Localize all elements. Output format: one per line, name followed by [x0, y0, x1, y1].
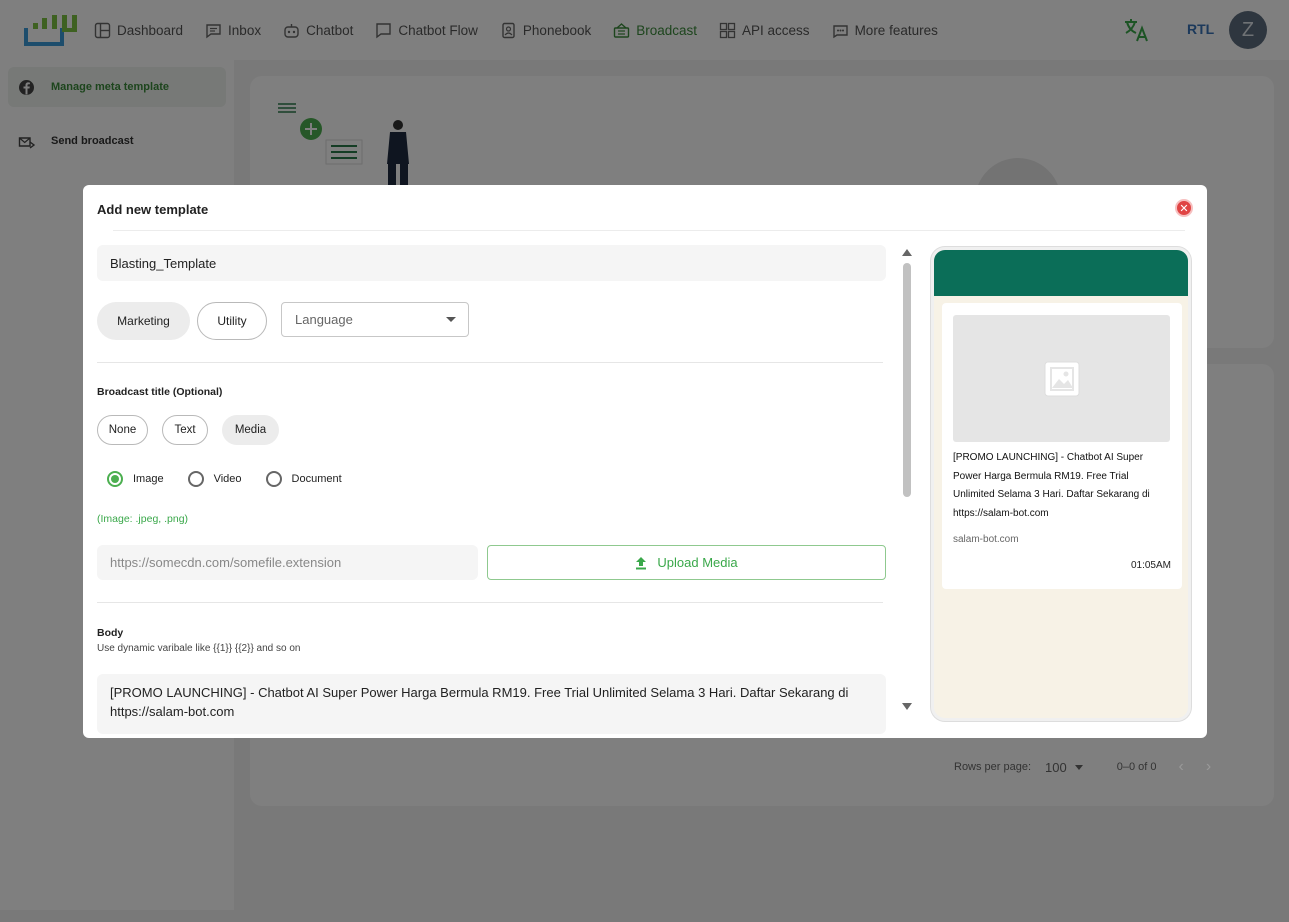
- scroll-up-arrow-icon[interactable]: [902, 249, 912, 256]
- message-preview-phone: [PROMO LAUNCHING] - Chatbot AI Super Pow…: [931, 247, 1191, 721]
- category-marketing-button[interactable]: Marketing: [97, 302, 190, 340]
- media-url-input[interactable]: https://somecdn.com/somefile.extension: [97, 545, 478, 580]
- message-footer: salam-bot.com: [953, 534, 1019, 545]
- radio-unchecked-icon: [265, 471, 282, 487]
- divider: [113, 230, 1185, 231]
- broadcast-title-label: Broadcast title (Optional): [97, 386, 223, 398]
- media-type-radio-group: Image Video Document: [107, 471, 366, 487]
- divider: [97, 362, 883, 363]
- language-select[interactable]: Language: [281, 302, 469, 337]
- media-type-label: Image: [133, 473, 164, 485]
- next-page-button[interactable]: ›: [1206, 758, 1211, 776]
- media-type-label: Document: [291, 473, 342, 485]
- rows-per-page-select[interactable]: 100: [1045, 760, 1083, 775]
- rows-per-page-value: 100: [1045, 759, 1067, 775]
- image-placeholder-icon: [1044, 361, 1079, 396]
- body-textarea[interactable]: [PROMO LAUNCHING] - Chatbot AI Super Pow…: [97, 674, 886, 734]
- body-label: Body: [97, 627, 124, 639]
- divider: [97, 602, 883, 603]
- close-icon: ✕: [1179, 202, 1189, 215]
- previous-page-button[interactable]: ‹: [1179, 758, 1184, 776]
- body-hint: Use dynamic varibale like {{1}} {{2}} an…: [97, 643, 301, 654]
- template-name-input[interactable]: Blasting_Template: [97, 245, 886, 281]
- message-bubble: [PROMO LAUNCHING] - Chatbot AI Super Pow…: [942, 303, 1182, 589]
- template-form: Blasting_Template Marketing Utility Lang…: [97, 245, 887, 734]
- radio-checked-icon: [107, 471, 123, 487]
- message-time: 01:05AM: [1130, 560, 1171, 571]
- media-type-video-radio[interactable]: Video: [187, 471, 242, 487]
- scroll-thumb[interactable]: [903, 263, 911, 497]
- table-pagination: Rows per page: 100 0–0 of 0 ‹ ›: [954, 758, 1211, 776]
- title-type-media-button[interactable]: Media: [222, 415, 279, 445]
- language-placeholder: Language: [295, 312, 353, 327]
- media-type-label: Video: [213, 473, 242, 485]
- scroll-down-arrow-icon[interactable]: [902, 703, 912, 710]
- form-scrollbar[interactable]: [899, 247, 915, 717]
- upload-icon: [636, 556, 647, 569]
- chevron-down-icon: [446, 317, 456, 322]
- chevron-down-icon: [1074, 764, 1083, 770]
- chat-header: [934, 250, 1188, 296]
- add-template-modal: Add new template ✕ Blasting_Template Mar…: [83, 185, 1207, 738]
- title-type-none-button[interactable]: None: [97, 415, 148, 445]
- media-type-document-radio[interactable]: Document: [265, 471, 342, 487]
- category-utility-button[interactable]: Utility: [197, 302, 267, 340]
- message-preview-text: [PROMO LAUNCHING] - Chatbot AI Super Pow…: [953, 452, 1150, 519]
- rows-per-page-label: Rows per page:: [954, 761, 1032, 773]
- upload-media-button[interactable]: Upload Media: [487, 545, 886, 580]
- radio-unchecked-icon: [187, 471, 204, 487]
- pagination-range: 0–0 of 0: [1116, 761, 1157, 773]
- media-type-image-radio[interactable]: Image: [107, 471, 164, 487]
- media-format-hint: (Image: .jpeg, .png): [97, 513, 189, 525]
- close-button[interactable]: ✕: [1175, 199, 1193, 217]
- media-placeholder: [953, 315, 1170, 442]
- title-type-text-button[interactable]: Text: [162, 415, 208, 445]
- upload-media-label: Upload Media: [657, 555, 738, 570]
- modal-title: Add new template: [97, 202, 209, 217]
